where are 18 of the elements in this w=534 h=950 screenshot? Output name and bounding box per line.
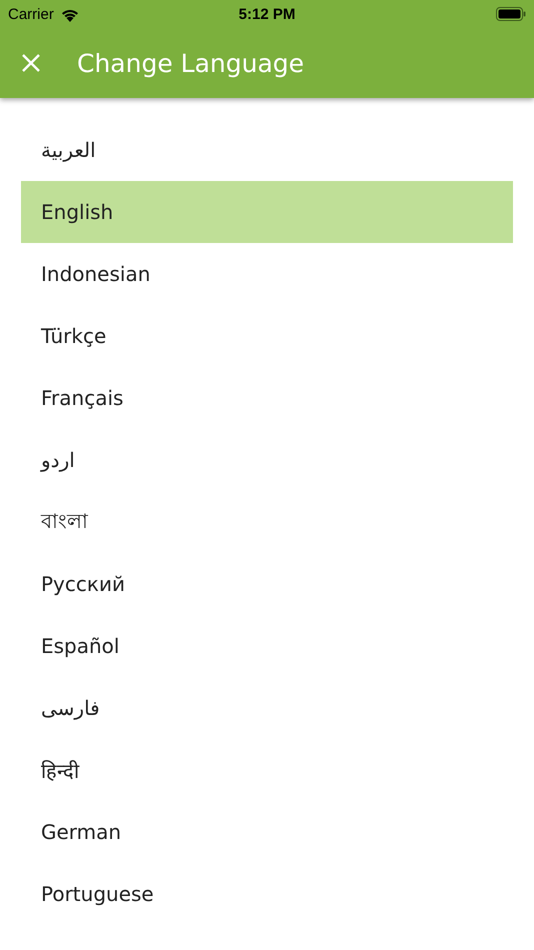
language-item[interactable]: Русский	[21, 553, 513, 615]
carrier-name: Carrier	[8, 6, 54, 22]
language-item[interactable]: العربية	[21, 119, 513, 181]
language-item[interactable]: Türkçe	[21, 305, 513, 367]
clock-time: 5:12 PM	[238, 6, 296, 22]
language-item[interactable]: Français	[21, 367, 513, 429]
language-item[interactable]: اردو	[21, 429, 513, 491]
language-item[interactable]: فارسی	[21, 677, 513, 739]
language-item[interactable]: English	[21, 181, 513, 243]
close-icon	[22, 54, 40, 72]
battery-icon	[496, 7, 526, 21]
screen-title: Change Language	[77, 48, 304, 78]
language-item[interactable]: German	[21, 801, 513, 863]
language-item[interactable]: Portuguese	[21, 863, 513, 925]
language-item[interactable]: हिन्दी	[21, 739, 513, 801]
language-item[interactable]: Indonesian	[21, 243, 513, 305]
language-item[interactable]: বাংলা	[21, 491, 513, 553]
language-item[interactable]: Español	[21, 615, 513, 677]
